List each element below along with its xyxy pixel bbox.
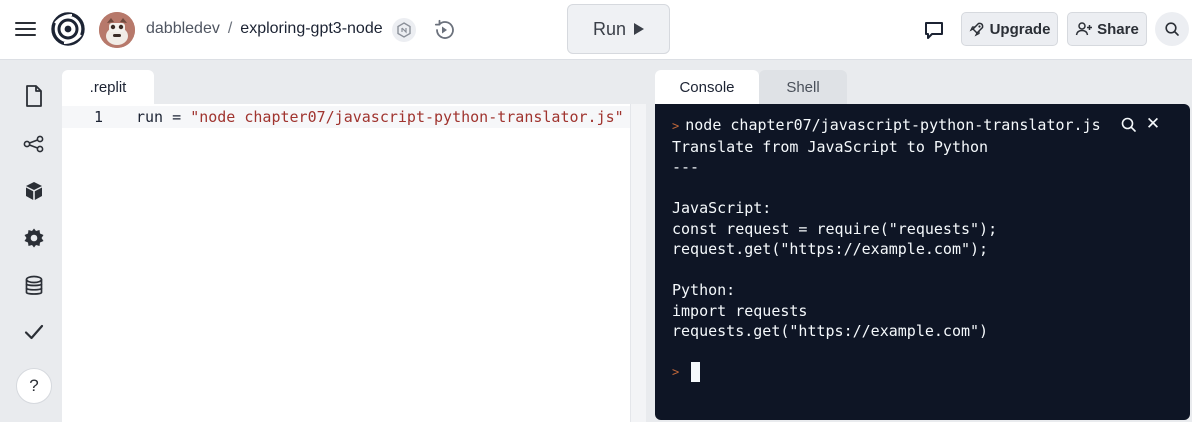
console-output-panel[interactable]: > node chapter07/javascript-python-transl… (655, 104, 1190, 420)
sidebar-item-packages[interactable] (20, 177, 48, 205)
share-label: Share (1097, 20, 1139, 38)
help-button[interactable]: ? (16, 368, 52, 404)
prompt-chevron-icon: > (672, 119, 680, 133)
console-line: requests.get("https://example.com") (672, 322, 989, 340)
gear-icon (24, 228, 44, 248)
editor-pane: .replit 1 run = "node chapter07/javascri… (62, 70, 646, 422)
console-tabs: Console Shell (655, 70, 1192, 104)
code-token-key: run (136, 108, 164, 126)
text-cursor (691, 362, 701, 382)
console-search-icon[interactable] (1120, 116, 1138, 134)
line-number: 1 (94, 108, 104, 126)
search-button[interactable] (1155, 12, 1189, 46)
console-output: > node chapter07/javascript-python-transl… (672, 115, 1101, 342)
console-command-line: > node chapter07/javascript-python-transl… (672, 115, 1101, 137)
breadcrumb: dabbledev / exploring-gpt3-node (146, 20, 383, 38)
run-button[interactable]: Run (567, 4, 670, 54)
file-icon (26, 85, 42, 107)
play-icon (634, 23, 645, 35)
tab-console-label: Console (679, 78, 735, 96)
console-clear-icon[interactable]: ✕ (1144, 114, 1162, 134)
prompt-chevron-icon: > (672, 365, 680, 379)
sidebar: ? (0, 60, 60, 422)
sidebar-item-database[interactable] (20, 272, 48, 300)
run-button-label: Run (592, 18, 627, 39)
console-line: const request = require("requests"); (672, 219, 998, 238)
rocket-icon (969, 22, 983, 37)
database-icon (25, 275, 43, 295)
hamburger-menu-icon[interactable] (14, 18, 38, 40)
code-text: run = "node chapter07/javascript-python-… (136, 106, 624, 128)
question-mark-icon: ? (29, 376, 39, 395)
console-line: --- (672, 158, 700, 176)
console-line: JavaScript: (672, 199, 772, 217)
code-token-string: "node chapter07/javascript-python-transl… (190, 108, 624, 126)
chat-icon[interactable] (921, 17, 947, 43)
package-icon (26, 182, 42, 200)
replit-logo-icon[interactable] (50, 11, 86, 47)
nodejs-icon[interactable] (392, 18, 416, 42)
tab-shell[interactable]: Shell (759, 70, 847, 104)
tab-console[interactable]: Console (655, 70, 759, 104)
console-input[interactable]: > (672, 361, 701, 383)
sidebar-item-version-control[interactable] (20, 130, 48, 158)
sidebar-item-unit-tests[interactable] (20, 318, 48, 346)
add-user-icon (1075, 22, 1093, 36)
breadcrumb-owner[interactable]: dabbledev (146, 20, 220, 37)
tab-shell-label: Shell (786, 78, 820, 96)
editor-tab-label: .replit (89, 78, 127, 96)
repl-name[interactable]: exploring-gpt3-node (240, 20, 382, 37)
avatar-image (99, 12, 135, 48)
code-token-operator: = (163, 108, 191, 126)
share-button[interactable]: Share (1067, 12, 1147, 46)
editor-tab-replit[interactable]: .replit (62, 70, 154, 104)
code-editor[interactable]: 1 run = "node chapter07/javascript-pytho… (62, 104, 646, 422)
console-line: import requests (672, 301, 808, 320)
breadcrumb-separator: / (227, 20, 233, 37)
search-icon (1165, 22, 1179, 36)
nodejs-hexagon (397, 22, 411, 38)
upgrade-label: Upgrade (989, 20, 1051, 38)
console-line: Python: (672, 281, 736, 299)
console-line: request.get("https://example.com"); (672, 240, 989, 258)
console-line: Translate from JavaScript to Python (672, 137, 989, 156)
code-line[interactable]: 1 run = "node chapter07/javascript-pytho… (62, 106, 630, 128)
editor-scrollbar[interactable] (630, 104, 646, 422)
checkmark-icon (24, 324, 44, 340)
git-branch-icon (23, 135, 44, 153)
console-command: node chapter07/javascript-python-transla… (685, 116, 1101, 134)
sidebar-item-files[interactable] (20, 82, 48, 110)
user-avatar[interactable] (99, 12, 135, 48)
top-bar: dabbledev / exploring-gpt3-node Run Upgrad… (0, 0, 1192, 60)
history-icon[interactable] (431, 17, 457, 43)
upgrade-button[interactable]: Upgrade (961, 12, 1058, 46)
sidebar-item-settings[interactable] (20, 224, 48, 252)
